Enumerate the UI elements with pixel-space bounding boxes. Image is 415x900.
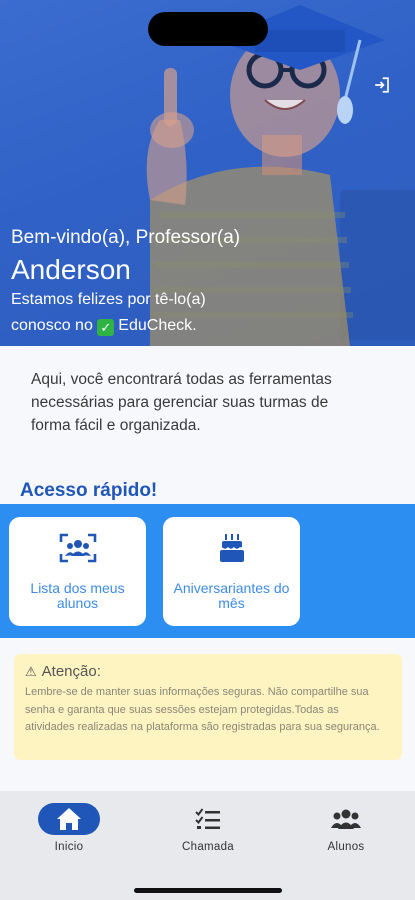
nav-icon-wrap-chamada	[177, 803, 239, 835]
teacher-name: Anderson	[11, 254, 131, 285]
check-icon: ✓	[97, 319, 115, 336]
intro-section: Aqui, você encontrará todas as ferrament…	[0, 346, 415, 504]
birthdays-label: Aniversariantes do mês	[173, 580, 290, 611]
nav-item-chamada[interactable]: Chamada	[153, 803, 263, 853]
birthdays-card[interactable]: Aniversariantes do mês	[163, 517, 300, 626]
nav-label-alunos: Alunos	[327, 841, 365, 853]
quick-access-panel: Lista dos meus alunos Aniversariantes do…	[0, 504, 415, 638]
quick-access-title: Acesso rápido!	[20, 480, 158, 501]
students-list-card[interactable]: Lista dos meus alunos	[9, 517, 146, 626]
welcome-block: Bem-vindo(a), Professor(a) Anderson Esta…	[11, 226, 251, 339]
alert-body: Lembre-se de manter suas informações seg…	[25, 686, 380, 733]
logout-button[interactable]	[371, 74, 393, 96]
device-notch	[148, 12, 268, 46]
greeting-text: Bem-vindo(a), Professor(a)	[11, 227, 241, 248]
logout-icon	[375, 77, 389, 93]
welcome-subtitle: Estamos felizes por tê-lo(a) conosco no …	[11, 287, 251, 339]
intro-text: Aqui, você encontrará todas as ferrament…	[31, 371, 332, 434]
brand-name: EduCheck.	[118, 317, 197, 334]
home-indicator	[134, 888, 282, 893]
students-list-icon	[59, 533, 97, 563]
security-alert: ⚠ Atenção: Lembre-se de manter suas info…	[14, 654, 402, 760]
nav-label-chamada: Chamada	[182, 841, 234, 853]
checklist-icon	[195, 808, 220, 829]
birthday-cake-icon	[218, 533, 246, 563]
alert-section: ⚠ Atenção: Lembre-se de manter suas info…	[0, 638, 415, 791]
nav-label-inicio: Inicio	[54, 841, 84, 853]
students-list-label: Lista dos meus alunos	[30, 580, 125, 611]
warning-icon: ⚠	[25, 663, 37, 679]
alert-title: Atenção:	[41, 663, 101, 680]
nav-active-indicator	[38, 803, 100, 835]
nav-item-inicio[interactable]: Inicio	[14, 803, 124, 853]
bottom-navigation: Inicio Chamada Alunos	[0, 791, 415, 900]
group-icon	[331, 809, 361, 829]
nav-item-alunos[interactable]: Alunos	[291, 803, 401, 853]
hero-banner: Bem-vindo(a), Professor(a) Anderson Esta…	[0, 0, 415, 346]
nav-icon-wrap-alunos	[315, 803, 377, 835]
home-icon	[57, 808, 81, 830]
alert-title-row: ⚠ Atenção:	[25, 663, 391, 680]
